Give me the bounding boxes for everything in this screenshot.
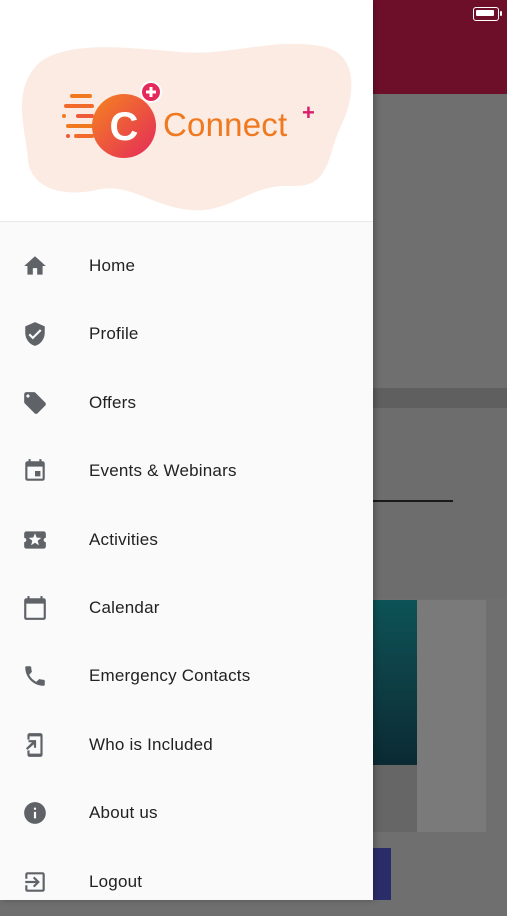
menu-label-home: Home xyxy=(89,256,136,275)
drawer-header: C Connect + xyxy=(0,0,373,222)
menu-label-offers: Offers xyxy=(89,393,137,412)
shield-check-icon xyxy=(25,322,45,346)
logo-plus-sign: + xyxy=(302,100,315,125)
menu-label-events-webinars: Events & Webinars xyxy=(89,461,237,480)
menu-label-calendar: Calendar xyxy=(89,598,160,617)
phone-icon xyxy=(25,666,45,686)
background-card-image xyxy=(373,600,417,765)
menu-item-emergency-contacts[interactable]: Emergency Contacts xyxy=(0,642,373,710)
menu-item-events-webinars[interactable]: Events & Webinars xyxy=(0,437,373,505)
logout-icon xyxy=(25,872,45,892)
menu-label-logout: Logout xyxy=(89,872,143,891)
menu-label-profile: Profile xyxy=(89,324,139,343)
menu-label-emergency-contacts: Emergency Contacts xyxy=(89,666,251,685)
event-calendar-icon xyxy=(25,459,45,481)
menu-item-about-us[interactable]: About us xyxy=(0,779,373,847)
menu-label-who-is-included: Who is Included xyxy=(89,735,213,754)
tag-icon xyxy=(24,392,46,414)
background-divider xyxy=(373,388,507,408)
menu-item-home[interactable]: Home xyxy=(0,232,373,300)
info-icon xyxy=(24,802,46,824)
menu-label-activities: Activities xyxy=(89,530,159,549)
background-panel xyxy=(373,408,507,598)
home-icon xyxy=(24,256,46,275)
ticket-star-icon xyxy=(24,531,46,549)
menu-item-who-is-included[interactable]: Who is Included xyxy=(0,711,373,779)
menu-item-logout[interactable]: Logout xyxy=(0,848,373,916)
menu-item-calendar[interactable]: Calendar xyxy=(0,574,373,642)
background-card-caption xyxy=(373,765,417,832)
navigation-drawer: C Connect + Home Profile Offers Events &… xyxy=(0,0,373,900)
menu-item-activities[interactable]: Activities xyxy=(0,506,373,574)
background-thumbnail xyxy=(373,848,391,900)
background-tab-indicator xyxy=(373,500,453,502)
battery-tip xyxy=(500,11,502,16)
logo-wordmark: Connect xyxy=(163,106,288,143)
calendar-icon xyxy=(24,596,46,620)
menu-label-about-us: About us xyxy=(89,803,158,822)
mobile-share-icon xyxy=(25,733,43,757)
svg-text:C: C xyxy=(110,105,139,149)
menu-item-offers[interactable]: Offers xyxy=(0,369,373,437)
menu-item-profile[interactable]: Profile xyxy=(0,300,373,368)
battery-icon xyxy=(473,7,499,21)
